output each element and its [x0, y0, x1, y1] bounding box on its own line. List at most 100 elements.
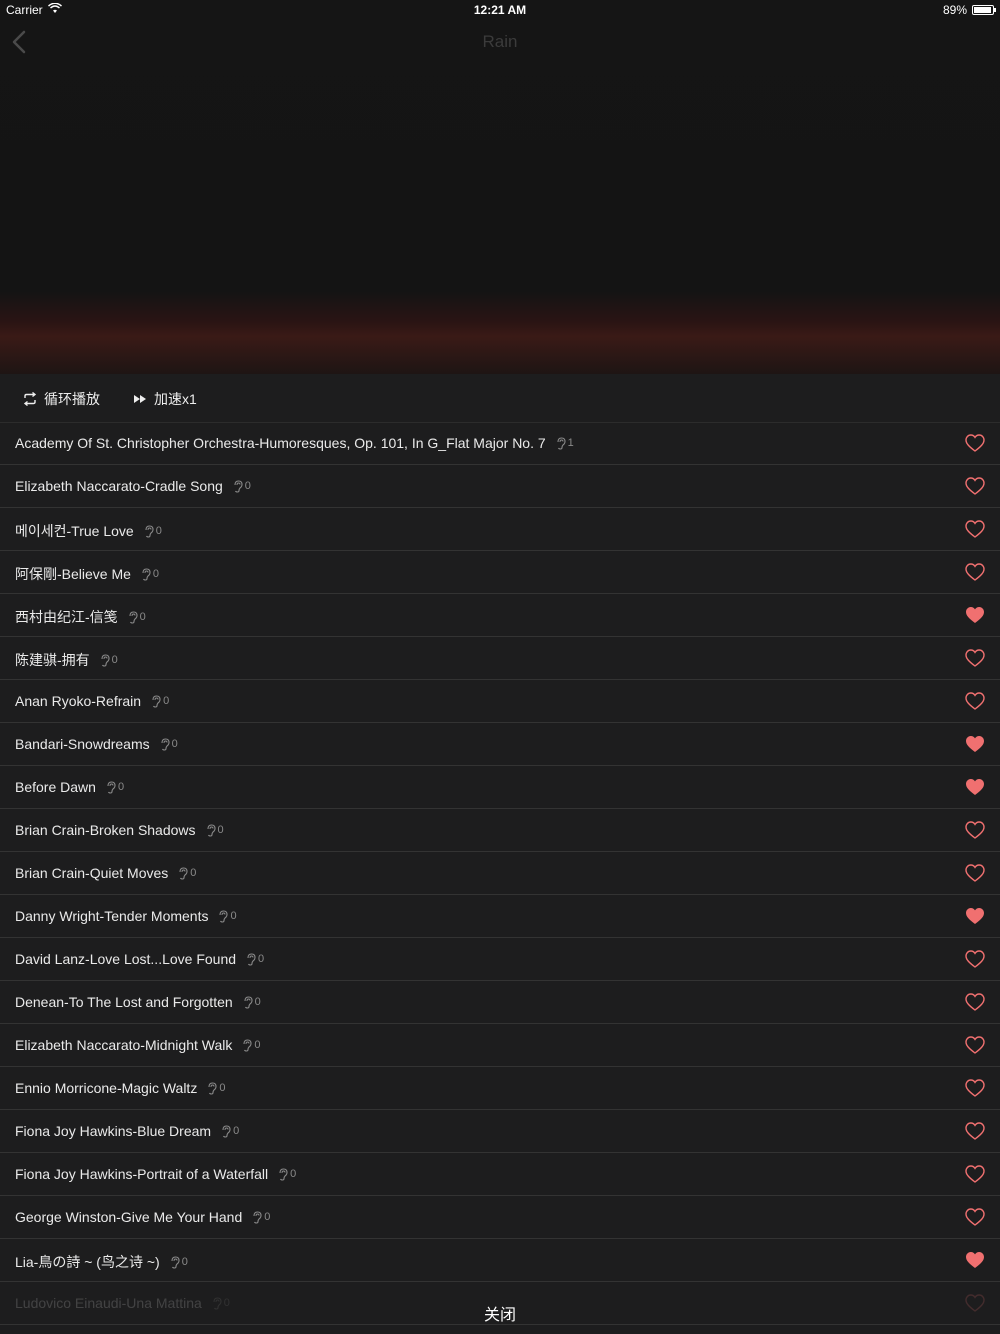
heart-outline-icon[interactable]: [965, 563, 985, 581]
track-row[interactable]: Lia-鳥の詩 ~ (鸟之诗 ~) 0: [0, 1239, 1000, 1282]
track-title-group: Brian Crain-Quiet Moves 0: [15, 865, 196, 881]
play-count-value: 0: [152, 568, 160, 580]
heart-outline-icon[interactable]: [965, 1036, 985, 1054]
track-title: Before Dawn: [15, 779, 96, 795]
play-count-value: 0: [117, 781, 125, 793]
track-row[interactable]: 陈建骐-拥有 0: [0, 637, 1000, 680]
track-title-group: Denean-To The Lost and Forgotten 0: [15, 994, 261, 1010]
track-row[interactable]: Academy Of St. Christopher Orchestra-Hum…: [0, 422, 1000, 465]
track-title: Ennio Morricone-Magic Waltz: [15, 1080, 198, 1096]
track-title: Denean-To The Lost and Forgotten: [15, 994, 233, 1010]
heart-outline-icon[interactable]: [965, 477, 985, 495]
track-row[interactable]: Bandari-Snowdreams 0: [0, 723, 1000, 766]
status-bar: Carrier 12:21 AM 89%: [0, 0, 1000, 20]
heart-outline-icon[interactable]: [965, 692, 985, 710]
heart-outline-icon[interactable]: [965, 1208, 985, 1226]
track-row[interactable]: Brian Crain-Broken Shadows 0: [0, 809, 1000, 852]
track-title: Danny Wright-Tender Moments: [15, 908, 209, 924]
track-row[interactable]: Denean-To The Lost and Forgotten 0: [0, 981, 1000, 1024]
ear-icon: [253, 1210, 262, 1224]
play-count: 0: [178, 866, 197, 880]
heart-outline-icon[interactable]: [965, 950, 985, 968]
play-count: 0: [252, 1210, 270, 1224]
track-title: Academy Of St. Christopher Orchestra-Hum…: [15, 435, 546, 451]
heart-outline-icon[interactable]: [965, 864, 985, 882]
track-row[interactable]: Elizabeth Naccarato-Cradle Song 0: [0, 465, 1000, 508]
heart-filled-icon[interactable]: [965, 778, 985, 796]
track-title-group: Ennio Morricone-Magic Waltz 0: [15, 1080, 225, 1096]
play-count: 0: [151, 694, 170, 708]
track-title-group: Anan Ryoko-Refrain 0: [15, 693, 169, 709]
track-title: Anan Ryoko-Refrain: [15, 693, 142, 709]
track-title-group: Bandari-Snowdreams 0: [15, 736, 178, 752]
heart-filled-icon[interactable]: [965, 907, 985, 925]
ear-icon: [171, 1255, 180, 1269]
play-count-value: 0: [290, 1168, 297, 1180]
track-row[interactable]: Before Dawn 0: [0, 766, 1000, 809]
play-count: 0: [243, 995, 261, 1009]
nav-bar: Rain: [0, 20, 1000, 64]
play-count-value: 0: [244, 480, 251, 492]
ear-icon: [129, 610, 138, 624]
track-row[interactable]: Ennio Morricone-Magic Waltz 0: [0, 1067, 1000, 1110]
speed-button[interactable]: 加速x1: [134, 389, 197, 409]
track-title: 陈建骐-拥有: [15, 652, 90, 668]
battery-icon: [972, 5, 996, 15]
heart-filled-icon[interactable]: [965, 735, 985, 753]
heart-outline-icon[interactable]: [965, 649, 985, 667]
loop-button[interactable]: 循环播放: [22, 389, 100, 409]
track-row[interactable]: 阿保剛-Believe Me 0: [0, 551, 1000, 594]
track-title-group: Academy Of St. Christopher Orchestra-Hum…: [15, 435, 574, 451]
track-row[interactable]: Fiona Joy Hawkins-Portrait of a Waterfal…: [0, 1153, 1000, 1196]
track-title-group: 메이세컨-True Love 0: [15, 521, 162, 541]
ear-icon: [243, 1038, 252, 1052]
ear-icon: [142, 567, 151, 581]
track-title: Lia-鳥の詩 ~ (鸟之诗 ~): [15, 1254, 160, 1270]
clock: 12:21 AM: [473, 3, 527, 17]
ear-icon: [208, 1081, 217, 1095]
ear-icon: [179, 866, 188, 880]
heart-outline-icon[interactable]: [965, 1122, 985, 1140]
play-count-value: 0: [139, 611, 146, 623]
track-title: Brian Crain-Quiet Moves: [15, 865, 169, 881]
playback-controls: 循环播放 加速x1: [0, 374, 1000, 423]
close-button[interactable]: 关闭: [0, 1290, 1000, 1334]
ear-icon: [161, 737, 170, 751]
track-row[interactable]: 西村由纪江-信笺 0: [0, 594, 1000, 637]
battery-percent: 89%: [942, 3, 967, 17]
heart-outline-icon[interactable]: [965, 520, 985, 538]
track-row[interactable]: Fiona Joy Hawkins-Blue Dream 0: [0, 1110, 1000, 1153]
heart-outline-icon[interactable]: [965, 434, 985, 452]
track-title-group: 陈建骐-拥有 0: [15, 650, 118, 670]
track-row[interactable]: Anan Ryoko-Refrain 0: [0, 680, 1000, 723]
play-count: 0: [160, 737, 178, 751]
track-row[interactable]: David Lanz-Love Lost...Love Found 0: [0, 938, 1000, 981]
track-row[interactable]: Danny Wright-Tender Moments 0: [0, 895, 1000, 938]
play-count: 0: [242, 1038, 260, 1052]
play-count: 0: [100, 653, 118, 667]
play-count-value: 0: [190, 867, 197, 879]
heart-outline-icon[interactable]: [965, 1079, 985, 1097]
track-row[interactable]: Elizabeth Naccarato-Midnight Walk 0: [0, 1024, 1000, 1067]
play-count: 0: [128, 610, 146, 624]
play-count: 0: [170, 1255, 188, 1269]
play-count: 0: [141, 567, 160, 581]
ear-icon: [145, 524, 154, 538]
play-count-value: 0: [254, 996, 261, 1008]
heart-outline-icon[interactable]: [965, 993, 985, 1011]
heart-filled-icon[interactable]: [965, 606, 985, 624]
track-title: Bandari-Snowdreams: [15, 736, 150, 752]
ear-icon: [557, 436, 566, 450]
track-row[interactable]: 메이세컨-True Love 0: [0, 508, 1000, 551]
play-count-value: 1: [567, 437, 574, 449]
play-count: 0: [233, 479, 251, 493]
track-title-group: David Lanz-Love Lost...Love Found 0: [15, 951, 264, 967]
track-row[interactable]: George Winston-Give Me Your Hand 0: [0, 1196, 1000, 1239]
play-count: 0: [278, 1167, 297, 1181]
play-count: 0: [246, 952, 264, 966]
play-count-value: 0: [163, 695, 170, 707]
heart-outline-icon[interactable]: [965, 821, 985, 839]
heart-outline-icon[interactable]: [965, 1165, 985, 1183]
track-row[interactable]: Brian Crain-Quiet Moves 0: [0, 852, 1000, 895]
heart-filled-icon[interactable]: [965, 1251, 985, 1269]
